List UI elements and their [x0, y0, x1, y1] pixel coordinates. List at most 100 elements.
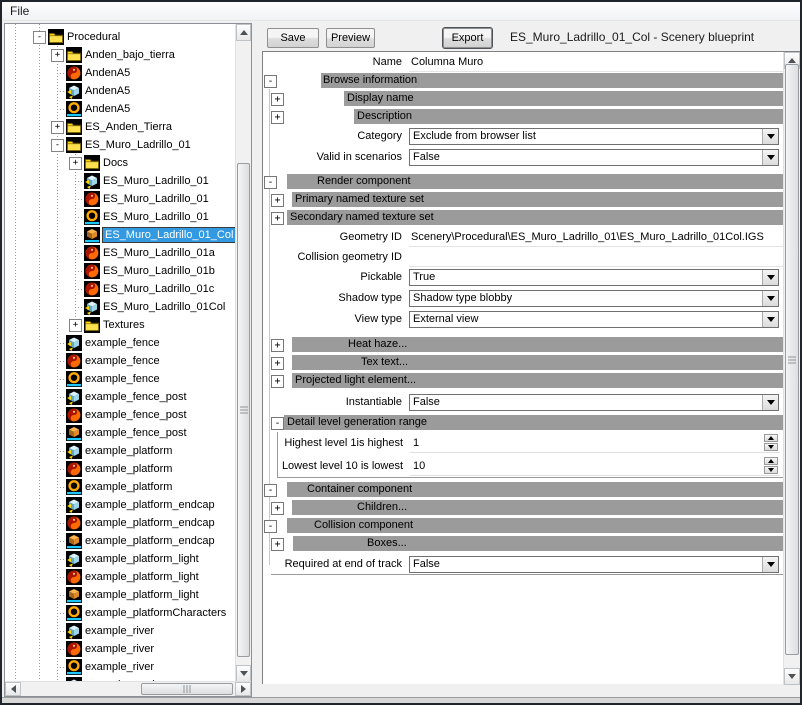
expand-toggle[interactable]: +	[271, 194, 284, 207]
tree-item[interactable]: example_platform_light	[5, 550, 236, 568]
tree-item-label[interactable]: AndenA5	[85, 84, 130, 98]
section-header[interactable]: + Primary named texture set	[263, 192, 783, 209]
tree-hscroll-thumb[interactable]	[141, 683, 233, 695]
tree-item-label[interactable]: example_fence_post	[85, 390, 187, 404]
dropdown-button[interactable]	[762, 312, 778, 327]
expand-toggle[interactable]: +	[271, 339, 284, 352]
tree-item[interactable]: ES_Muro_Ladrillo_01b	[5, 262, 236, 280]
dropdown-field[interactable]: False	[409, 394, 779, 411]
tree-item-label[interactable]: example_platform	[85, 444, 172, 458]
tree-item[interactable]: ES_Muro_Ladrillo_01	[5, 172, 236, 190]
dropdown-button[interactable]	[762, 395, 778, 410]
property-text-value[interactable]: Scenery\Procedural\ES_Muro_Ladrillo_01\E…	[409, 227, 783, 247]
tree-item[interactable]: example_platform_endcap	[5, 514, 236, 532]
tree-item[interactable]: + Textures	[5, 316, 236, 334]
scroll-down-button[interactable]	[784, 668, 800, 685]
section-header[interactable]: -Container component	[263, 482, 783, 499]
expand-toggle[interactable]: +	[271, 375, 284, 388]
tree-item[interactable]: example_platform_endcap	[5, 532, 236, 550]
section-header-bar[interactable]: Primary named texture set	[292, 192, 783, 207]
tree-item-label[interactable]: example_platform_endcap	[85, 516, 215, 530]
tree-item-label[interactable]: ES_Muro_Ladrillo_01	[85, 138, 191, 152]
tree-item[interactable]: ES_Muro_Ladrillo_01Col	[5, 298, 236, 316]
tree-item-label[interactable]: ES_Muro_Ladrillo_01a	[103, 246, 215, 260]
spinner-up-button[interactable]	[764, 434, 778, 442]
scroll-right-button[interactable]	[235, 682, 251, 696]
tree-item[interactable]: AndenA5	[5, 100, 236, 118]
tree-item-label[interactable]: AndenA5	[85, 66, 130, 80]
expand-toggle[interactable]: +	[271, 212, 284, 225]
tree-item[interactable]: example_platformCharacters	[5, 604, 236, 622]
expand-toggle[interactable]: +	[271, 111, 284, 124]
section-header[interactable]: -Render component	[263, 174, 783, 191]
dropdown-button[interactable]	[762, 291, 778, 306]
tree-item[interactable]: example_fence	[5, 352, 236, 370]
expand-toggle[interactable]: +	[271, 538, 284, 551]
dropdown-button[interactable]	[762, 129, 778, 144]
tree-item[interactable]: example_river	[5, 640, 236, 658]
tree-item[interactable]: ES_Muro_Ladrillo_01_Col	[5, 226, 236, 244]
dropdown-button[interactable]	[762, 270, 778, 285]
tree-item-label[interactable]: example_platform_light	[85, 588, 199, 602]
property-text-value[interactable]: Columna Muro	[409, 52, 783, 72]
tree-item-label[interactable]: Procedural	[67, 30, 120, 44]
tree-item[interactable]: example_platform_light	[5, 568, 236, 586]
dropdown-button[interactable]	[762, 150, 778, 165]
tree-item-label[interactable]: ES_Anden_Tierra	[85, 120, 172, 134]
section-header-bar[interactable]: Container component	[287, 482, 783, 497]
section-header-bar[interactable]: Browse information	[321, 73, 783, 88]
expand-toggle[interactable]: +	[271, 357, 284, 370]
tree-item[interactable]: example_platform	[5, 442, 236, 460]
collapse-toggle[interactable]: -	[264, 75, 277, 88]
tree-item[interactable]: example_platform	[5, 460, 236, 478]
tree-item-label[interactable]: example_platform_light	[85, 570, 199, 584]
scroll-down-button[interactable]	[236, 665, 251, 682]
tree-vertical-scrollbar[interactable]	[235, 24, 251, 682]
tree-item-label[interactable]: ES_Muro_Ladrillo_01b	[103, 264, 215, 278]
tree-item-label[interactable]: example_platform_endcap	[85, 534, 215, 548]
tree-item[interactable]: example_fence_post	[5, 388, 236, 406]
section-header-bar[interactable]: Tex text...	[292, 355, 783, 370]
section-header-bar[interactable]: Description	[354, 109, 783, 124]
tree-item-label[interactable]: example_fence_post	[85, 408, 187, 422]
grid-vscroll-thumb[interactable]	[785, 64, 799, 655]
export-button[interactable]: Export	[443, 28, 492, 48]
tree-item-label[interactable]: AndenA5	[85, 102, 130, 116]
scroll-left-button[interactable]	[5, 682, 21, 696]
preview-button[interactable]: Preview	[326, 28, 375, 48]
tree-item[interactable]: ES_Muro_Ladrillo_01a	[5, 244, 236, 262]
collapse-toggle[interactable]: -	[264, 520, 277, 533]
section-header-bar[interactable]: Projected light element...	[292, 373, 783, 388]
spinner-down-button[interactable]	[764, 466, 778, 474]
section-header-bar[interactable]: Display name	[344, 91, 783, 106]
number-value[interactable]: 10	[410, 456, 780, 476]
tree-item[interactable]: example_river	[5, 622, 236, 640]
collapse-toggle[interactable]: -	[264, 176, 277, 189]
tree-item[interactable]: ES_Muro_Ladrillo_01	[5, 190, 236, 208]
tree-item-label[interactable]: example_platform_light	[85, 552, 199, 566]
tree-item-label[interactable]: example_river	[85, 624, 154, 638]
tree-item-label[interactable]: example_fence	[85, 354, 160, 368]
menu-file[interactable]: File	[2, 4, 37, 18]
section-header[interactable]: + Projected light element...	[263, 373, 783, 390]
expand-toggle[interactable]: +	[271, 93, 284, 106]
tree-item[interactable]: - Procedural	[5, 28, 236, 46]
tree-item[interactable]: example_fence	[5, 334, 236, 352]
tree-item[interactable]: + ES_Anden_Tierra	[5, 118, 236, 136]
collapse-toggle[interactable]: -	[264, 484, 277, 497]
expand-toggle[interactable]: +	[51, 121, 64, 134]
number-field[interactable]: 1	[410, 433, 780, 453]
tree-item-label[interactable]: example_platform_endcap	[85, 498, 215, 512]
tree-item-label[interactable]: example_platform	[85, 462, 172, 476]
section-header-bar[interactable]: Detail level generation range	[284, 415, 783, 430]
tree-item[interactable]: example_river	[5, 658, 236, 676]
number-value[interactable]: 1	[410, 433, 780, 453]
tree-item-label[interactable]: example_river	[85, 660, 154, 674]
section-header-bar[interactable]: Boxes...	[293, 536, 783, 551]
tree-item-label[interactable]: example_platformCharacters	[85, 606, 226, 620]
tree-item-label-selected[interactable]: ES_Muro_Ladrillo_01_Col	[103, 228, 236, 242]
scroll-up-button[interactable]	[236, 24, 251, 41]
dropdown-field[interactable]: Exclude from browser list	[409, 128, 779, 145]
tree-item[interactable]: example_fence_post	[5, 406, 236, 424]
section-header[interactable]: -Detail level generation range	[263, 415, 783, 432]
